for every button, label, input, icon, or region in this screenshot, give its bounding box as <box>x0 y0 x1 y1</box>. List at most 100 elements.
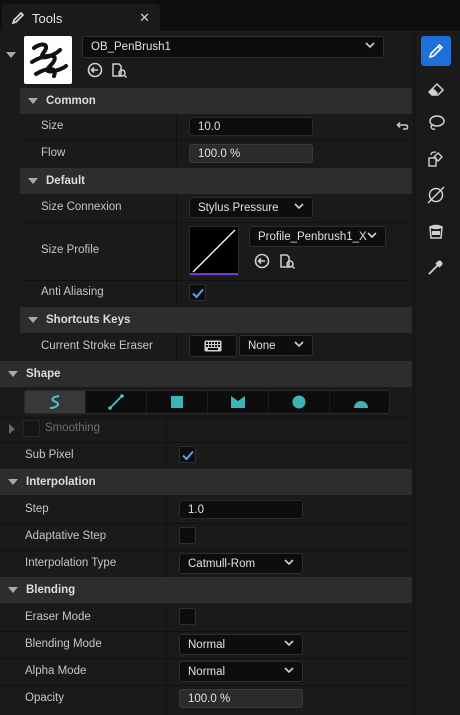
eraser-tool-button[interactable] <box>421 74 451 104</box>
shape-rectangle-button[interactable] <box>147 391 208 413</box>
section-common-title: Common <box>46 95 96 107</box>
expand-arrow-icon <box>8 479 18 485</box>
shape-line-button[interactable] <box>86 391 147 413</box>
arc-icon <box>353 401 368 408</box>
fill-tool-button[interactable] <box>421 216 451 246</box>
blending-mode-value: Normal <box>188 638 226 651</box>
section-blending[interactable]: Blending <box>0 577 412 603</box>
square-icon <box>171 396 183 408</box>
shape-tool-button[interactable] <box>421 180 451 210</box>
shape-selector <box>24 390 390 414</box>
chevron-down-icon <box>367 232 377 239</box>
section-interpolation-title: Interpolation <box>26 476 96 488</box>
section-shape-title: Shape <box>26 368 61 380</box>
section-common[interactable]: Common <box>20 88 412 114</box>
polygon-icon <box>231 396 245 408</box>
section-default[interactable]: Default <box>20 168 412 194</box>
size-label: Size <box>41 120 64 132</box>
brush-thumbnail[interactable] <box>24 36 72 84</box>
step-label: Step <box>25 503 49 515</box>
section-shortcuts[interactable]: Shortcuts Keys <box>20 307 412 333</box>
size-connexion-label: Size Connexion <box>41 201 122 213</box>
flow-label: Flow <box>41 147 66 159</box>
expand-arrow-icon <box>8 587 18 593</box>
size-profile-curve[interactable] <box>189 226 239 276</box>
brush-stroke-image <box>30 42 68 78</box>
alpha-mode-label: Alpha Mode <box>25 665 87 677</box>
section-default-title: Default <box>46 175 85 187</box>
shape-stroke-button[interactable] <box>25 391 86 413</box>
tab-tools[interactable]: Tools ✕ <box>2 4 160 32</box>
expand-arrow-icon <box>28 178 38 184</box>
tab-bar: Tools ✕ <box>0 0 460 32</box>
brush-asset-dropdown[interactable]: OB_PenBrush1 <box>82 36 384 58</box>
alpha-mode-dropdown[interactable]: Normal <box>179 661 303 682</box>
sub-pixel-checkbox[interactable] <box>179 446 196 463</box>
transform-tool-button[interactable] <box>421 144 451 174</box>
eraser-shortcut-dropdown[interactable]: None <box>239 335 313 356</box>
sub-pixel-label: Sub Pixel <box>25 449 74 461</box>
close-icon[interactable]: ✕ <box>139 10 150 26</box>
step-input[interactable]: 1.0 <box>179 500 303 519</box>
pen-tool-button[interactable] <box>421 36 451 66</box>
shape-circle-button[interactable] <box>269 391 330 413</box>
smoothing-label: Smoothing <box>45 422 100 434</box>
size-input[interactable]: 10.0 <box>189 117 313 136</box>
expand-arrow-icon <box>28 98 38 104</box>
anti-aliasing-label: Anti Aliasing <box>41 286 104 298</box>
use-selected-icon[interactable] <box>86 61 104 79</box>
check-icon <box>182 450 194 461</box>
brush-asset-name: OB_PenBrush1 <box>91 41 171 53</box>
brush-expander[interactable] <box>6 52 16 58</box>
adaptative-step-label: Adaptative Step <box>25 530 107 542</box>
shape-arc-button[interactable] <box>330 391 391 413</box>
shape-polygon-button[interactable] <box>208 391 269 413</box>
blending-mode-label: Blending Mode <box>25 638 102 650</box>
use-selected-icon[interactable] <box>253 252 271 270</box>
circle-icon <box>292 395 306 409</box>
alpha-mode-value: Normal <box>188 665 226 678</box>
browse-asset-icon[interactable] <box>278 252 296 270</box>
eyedropper-tool-button[interactable] <box>421 252 451 282</box>
line-icon <box>108 394 124 410</box>
curve-preview-image <box>190 229 238 275</box>
transform-icon <box>428 151 443 167</box>
size-connexion-dropdown[interactable]: Stylus Pressure <box>189 197 313 218</box>
expand-arrow-icon <box>28 317 38 323</box>
chevron-down-icon <box>284 559 294 566</box>
reset-arrow-icon[interactable] <box>393 116 411 134</box>
eraser-mode-checkbox[interactable] <box>179 608 196 625</box>
details-panel: OB_PenBrush1 Common Size 10.0 Flow 100.0… <box>0 32 414 715</box>
tool-sidebar <box>414 32 460 715</box>
anti-aliasing-checkbox[interactable] <box>189 284 206 301</box>
size-profile-value: Profile_Penbrush1_X <box>258 230 367 243</box>
chevron-down-icon <box>284 640 294 647</box>
smoothing-checkbox[interactable] <box>23 420 40 437</box>
flow-slider[interactable]: 100.0 % <box>189 144 313 163</box>
lasso-tool-button[interactable] <box>421 108 451 138</box>
size-profile-label: Size Profile <box>41 244 100 256</box>
eraser-shortcut-value: None <box>248 339 276 352</box>
section-shortcuts-title: Shortcuts Keys <box>46 314 131 326</box>
tab-title: Tools <box>32 10 63 26</box>
section-interpolation[interactable]: Interpolation <box>0 469 412 495</box>
adaptative-step-checkbox[interactable] <box>179 527 196 544</box>
expand-arrow-icon <box>9 424 15 434</box>
smoothing-expander[interactable] <box>9 424 15 434</box>
browse-asset-icon[interactable] <box>110 61 128 79</box>
blending-mode-dropdown[interactable]: Normal <box>179 634 303 655</box>
chevron-down-icon <box>294 203 304 210</box>
interpolation-type-dropdown[interactable]: Catmull-Rom <box>179 553 303 574</box>
interpolation-type-label: Interpolation Type <box>25 557 117 569</box>
eraser-icon <box>427 82 445 96</box>
pencil-icon <box>11 11 25 25</box>
pen-icon <box>428 43 444 59</box>
section-shape[interactable]: Shape <box>0 361 412 387</box>
size-profile-dropdown[interactable]: Profile_Penbrush1_X <box>249 226 386 247</box>
chevron-down-icon <box>294 341 304 348</box>
keyboard-key-button[interactable] <box>189 335 237 357</box>
size-connexion-value: Stylus Pressure <box>198 201 279 214</box>
expand-arrow-icon <box>8 371 18 377</box>
opacity-slider[interactable]: 100.0 % <box>179 689 303 708</box>
eyedropper-icon <box>428 260 443 275</box>
